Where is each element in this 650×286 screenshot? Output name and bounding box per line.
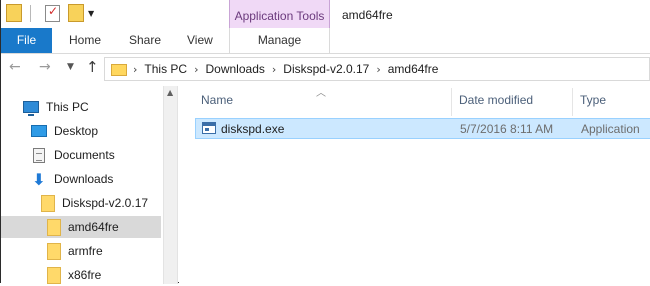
back-arrow-icon[interactable]: ←: [9, 59, 21, 75]
file-type: Application: [581, 122, 640, 136]
tab-home[interactable]: Home: [69, 28, 101, 53]
tab-share[interactable]: Share: [129, 28, 161, 53]
folder-icon: [6, 4, 22, 22]
nav-item-armfre[interactable]: armfre: [47, 240, 103, 262]
file-name: diskspd.exe: [221, 122, 285, 136]
computer-icon: [23, 101, 39, 116]
folder-icon: [47, 242, 61, 260]
navigation-pane: This PC Desktop Documents ⬇ Downloads Di…: [1, 86, 163, 284]
forward-arrow-icon[interactable]: →: [39, 59, 51, 75]
chevron-right-icon[interactable]: ›: [133, 63, 137, 76]
recent-locations-dropdown-icon[interactable]: ▼: [67, 62, 74, 72]
chevron-right-icon[interactable]: ›: [272, 63, 276, 76]
column-header-type[interactable]: Type: [580, 93, 606, 107]
column-header-date-modified[interactable]: Date modified: [459, 93, 533, 107]
nav-item-label: amd64fre: [68, 220, 119, 234]
nav-item-documents[interactable]: Documents: [31, 144, 115, 166]
folder-icon: [111, 62, 127, 76]
file-date-modified: 5/7/2016 8:11 AM: [460, 122, 554, 136]
nav-item-this-pc[interactable]: This PC: [23, 96, 89, 118]
nav-item-label: This PC: [46, 100, 89, 114]
folder-icon: [41, 194, 55, 212]
navigation-pane-scrollbar[interactable]: ▲: [163, 86, 178, 284]
chevron-right-icon[interactable]: ›: [376, 63, 380, 76]
nav-item-label: armfre: [68, 244, 103, 258]
new-folder-icon[interactable]: [68, 4, 84, 22]
chevron-right-icon[interactable]: ›: [194, 63, 198, 76]
ribbon-tabs: File Home Share View Manage: [1, 28, 650, 54]
column-divider[interactable]: [572, 88, 573, 116]
documents-icon: [33, 147, 45, 163]
nav-item-label: Documents: [54, 148, 115, 162]
nav-item-downloads[interactable]: ⬇ Downloads: [31, 168, 113, 190]
folder-icon: [47, 266, 61, 284]
nav-item-amd64fre[interactable]: amd64fre: [1, 216, 161, 238]
scroll-up-icon[interactable]: ▲: [167, 88, 173, 97]
context-tab-group-header: Application Tools: [229, 0, 330, 30]
nav-item-label: x86fre: [68, 268, 102, 282]
nav-item-label: Diskspd-v2.0.17: [62, 196, 149, 210]
file-list: ︿ Name Date modified Type diskspd.exe 5/…: [179, 84, 650, 284]
window-title: amd64fre: [342, 8, 393, 22]
tab-file[interactable]: File: [1, 28, 52, 53]
breadcrumb-this-pc[interactable]: This PC: [144, 62, 187, 76]
properties-icon[interactable]: [45, 4, 60, 22]
nav-item-diskspd[interactable]: Diskspd-v2.0.17: [41, 192, 148, 214]
nav-item-desktop[interactable]: Desktop: [31, 120, 98, 142]
context-tab-group-label: Application Tools: [234, 9, 325, 23]
title-bar: ▼ Application Tools amd64fre: [1, 0, 650, 30]
folder-icon: [47, 218, 61, 236]
desktop-icon: [31, 125, 47, 137]
downloads-icon: ⬇: [32, 169, 46, 189]
application-icon: [202, 122, 216, 134]
explorer-window: ▼ Application Tools amd64fre File Home S…: [0, 0, 650, 284]
navigation-row: ← → ▼ ↑ › This PC › Downloads › Diskspd-…: [1, 54, 650, 84]
address-bar[interactable]: › This PC › Downloads › Diskspd-v2.0.17 …: [104, 57, 650, 81]
nav-item-x86fre[interactable]: x86fre: [47, 264, 101, 286]
sort-ascending-icon: ︿: [316, 88, 326, 99]
breadcrumb-diskspd[interactable]: Diskspd-v2.0.17: [283, 62, 369, 76]
customize-toolbar-dropdown-icon[interactable]: ▼: [88, 9, 94, 18]
nav-item-label: Downloads: [54, 172, 114, 186]
column-divider[interactable]: [451, 88, 452, 116]
up-arrow-icon[interactable]: ↑: [86, 58, 99, 76]
column-header-name[interactable]: Name: [201, 93, 233, 107]
nav-item-label: Desktop: [54, 124, 99, 138]
breadcrumb-downloads[interactable]: Downloads: [206, 62, 265, 76]
file-row[interactable]: diskspd.exe 5/7/2016 8:11 AM Application: [195, 118, 650, 139]
toolbar-divider: [30, 4, 31, 22]
tab-manage[interactable]: Manage: [229, 28, 330, 53]
breadcrumb-amd64fre[interactable]: amd64fre: [388, 62, 439, 76]
quick-access-toolbar: ▼: [6, 4, 94, 22]
tab-view[interactable]: View: [187, 28, 213, 53]
